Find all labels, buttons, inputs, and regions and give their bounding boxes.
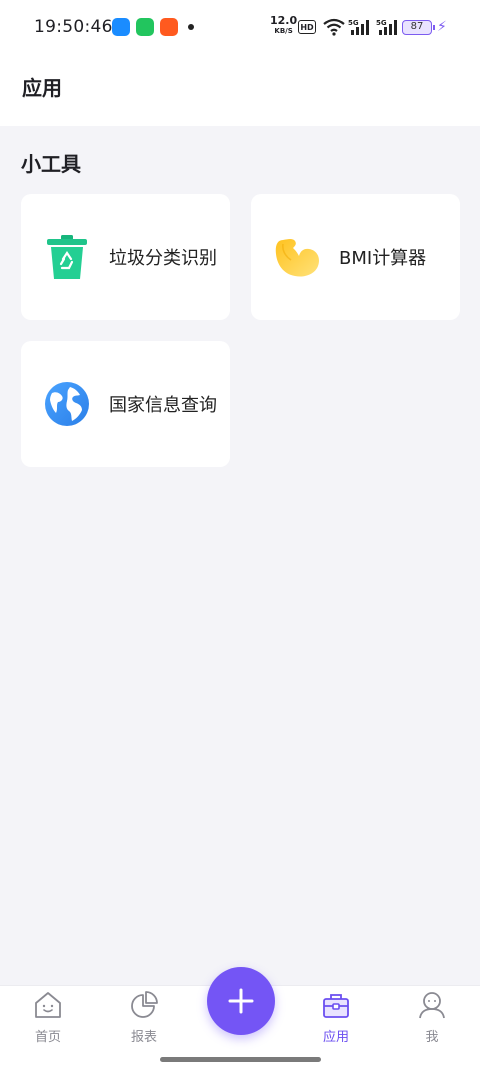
- charging-bolt-icon: ⚡: [437, 19, 447, 35]
- tool-card-country-info[interactable]: 国家信息查询: [21, 341, 230, 467]
- tab-me[interactable]: 我: [397, 990, 467, 1045]
- trash-recycle-icon: [43, 233, 91, 281]
- tab-label: 报表: [130, 1030, 157, 1045]
- tab-label: 我: [425, 1030, 439, 1045]
- tab-report[interactable]: 报表: [109, 990, 179, 1045]
- network-speed-unit: KB/S: [274, 27, 293, 35]
- tab-label: 首页: [34, 1030, 61, 1045]
- tool-label: 垃圾分类识别: [109, 248, 217, 269]
- tab-label: 应用: [322, 1030, 349, 1045]
- tool-card-garbage-classification[interactable]: 垃圾分类识别: [21, 194, 230, 320]
- tab-home[interactable]: 首页: [13, 990, 83, 1045]
- signal-icon-1: 5G: [348, 19, 369, 35]
- app-notification-icon: [112, 18, 130, 36]
- muscle-arm-icon: [273, 233, 321, 281]
- network-speed: 12.0 KB/S: [270, 15, 297, 36]
- battery-indicator: 87: [402, 20, 435, 35]
- status-bar: 19:50:46 12.0 KB/S HD 5G 5G 87 ⚡: [0, 0, 480, 56]
- globe-icon: [43, 380, 91, 428]
- phone-notification-icon: [136, 18, 154, 36]
- taobao-notification-icon: [160, 18, 178, 36]
- sig2-label: 5G: [376, 19, 387, 27]
- sig1-label: 5G: [348, 19, 359, 27]
- tool-label: 国家信息查询: [109, 395, 217, 416]
- toolbox-icon: [323, 994, 349, 1018]
- tool-card-bmi-calculator[interactable]: BMI计算器: [251, 194, 460, 320]
- hd-badge: HD: [298, 20, 316, 34]
- add-button[interactable]: [207, 967, 275, 1035]
- section-title: 小工具: [21, 152, 81, 176]
- wifi-icon: [323, 18, 345, 36]
- more-notifications-dot: [188, 24, 194, 30]
- pie-chart-icon: [131, 991, 158, 1018]
- user-icon: [419, 992, 445, 1019]
- signal-icon-2: 5G: [376, 19, 397, 35]
- home-icon: [35, 992, 61, 1018]
- tool-label: BMI计算器: [339, 248, 427, 269]
- home-indicator[interactable]: [160, 1057, 321, 1062]
- tab-apps[interactable]: 应用: [301, 990, 371, 1045]
- app-header: 应用: [0, 56, 480, 126]
- page-title: 应用: [22, 76, 62, 100]
- status-time: 19:50:46: [34, 17, 113, 37]
- plus-icon: [228, 988, 254, 1014]
